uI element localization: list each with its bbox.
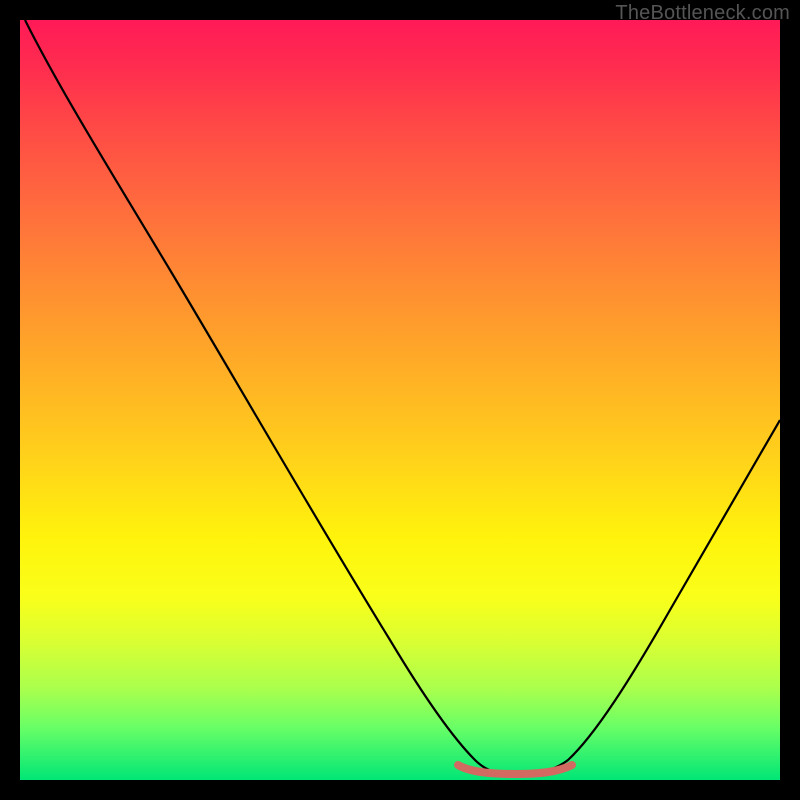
chart-plot-area xyxy=(20,20,780,780)
bottleneck-curve-line xyxy=(25,20,780,774)
optimal-range-marker xyxy=(458,765,572,774)
chart-frame: TheBottleneck.com xyxy=(0,0,800,800)
chart-curve-layer xyxy=(20,20,780,780)
